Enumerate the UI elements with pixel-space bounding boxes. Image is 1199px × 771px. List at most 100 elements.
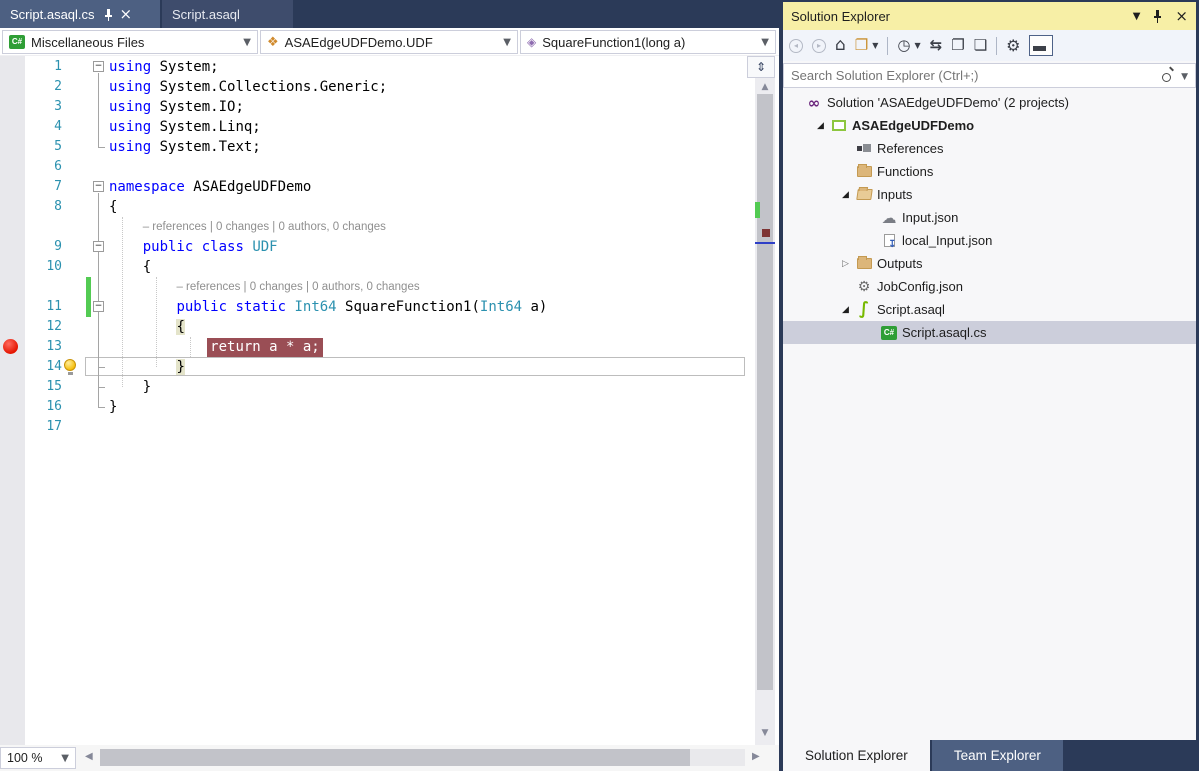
refresh-icon[interactable]: ⇆ [930, 38, 943, 53]
code-line-16[interactable]: 16} [0, 397, 755, 417]
line-number[interactable]: 3 [0, 97, 62, 117]
chevron-down-icon[interactable]: ▼ [1181, 72, 1188, 82]
zoom-value: 100 % [7, 751, 42, 765]
code-line-7[interactable]: 7namespace ASAEdgeUDFDemo [0, 177, 755, 197]
tree-item-jobconfig-json[interactable]: ⚙JobConfig.json [783, 275, 1196, 298]
line-number[interactable]: 9 [0, 237, 62, 257]
bottom-tab-team-explorer[interactable]: Team Explorer [932, 740, 1063, 771]
line-number[interactable]: 11 [0, 297, 62, 317]
code-line-3[interactable]: 3using System.IO; [0, 97, 755, 117]
collapse-region-icon[interactable]: − [93, 181, 104, 192]
close-tab-icon[interactable]: × [120, 7, 133, 22]
panel-title: Solution Explorer [791, 9, 890, 24]
code-editor[interactable]: − − − − 1using System;2using System.Collect… [0, 56, 779, 745]
vertical-scrollbar-thumb[interactable] [757, 94, 773, 690]
code-token: } [109, 379, 151, 395]
line-number[interactable]: 17 [0, 417, 62, 437]
lightbulb-icon[interactable] [64, 359, 76, 371]
code-line-5[interactable]: 5using System.Text; [0, 137, 755, 157]
code-line-10[interactable]: 10 { [0, 257, 755, 277]
line-number[interactable]: 2 [0, 77, 62, 97]
line-number[interactable]: 16 [0, 397, 62, 417]
line-number[interactable]: 8 [0, 197, 62, 217]
solution-explorer-titlebar[interactable]: Solution Explorer ▼ × [783, 2, 1196, 30]
sync-with-active-document-icon[interactable]: ❐ [855, 38, 868, 53]
collapse-region-icon[interactable]: − [93, 61, 104, 72]
tab-script-asaql-cs[interactable]: Script.asaql.cs × [0, 0, 160, 28]
horizontal-scrollbar-thumb[interactable] [100, 749, 690, 766]
window-position-icon[interactable]: ▼ [1133, 11, 1141, 22]
zoom-dropdown[interactable]: 100 % ▼ [0, 747, 76, 769]
search-input[interactable] [783, 63, 1196, 88]
horizontal-scrollbar[interactable] [100, 749, 745, 766]
expander-expanded-icon[interactable]: ◢ [837, 190, 854, 200]
collapse-region-icon[interactable]: − [93, 241, 104, 252]
line-number[interactable]: 5 [0, 137, 62, 157]
code-line-17[interactable]: 17 [0, 417, 755, 437]
line-number[interactable]: 7 [0, 177, 62, 197]
project-dropdown[interactable]: C# Miscellaneous Files ▼ [2, 30, 258, 54]
tree-item-asaedgeudfdemo[interactable]: ◢ASAEdgeUDFDemo [783, 114, 1196, 137]
breakpoint-icon[interactable] [3, 339, 18, 354]
tree-item-outputs[interactable]: ▷Outputs [783, 252, 1196, 275]
line-number[interactable]: 12 [0, 317, 62, 337]
tree-item-references[interactable]: References [783, 137, 1196, 160]
code-line-1[interactable]: 1using System; [0, 57, 755, 77]
pin-tab-icon[interactable] [103, 8, 114, 21]
scroll-down-icon[interactable]: ▼ [755, 728, 775, 738]
type-dropdown[interactable]: ❖ ASAEdgeUDFDemo.UDF ▼ [260, 30, 518, 54]
code-line-4[interactable]: 4using System.Linq; [0, 117, 755, 137]
preview-selected-items-toggle[interactable] [1029, 35, 1053, 56]
code-line-15[interactable]: 15 } [0, 377, 755, 397]
search-icon[interactable] [1162, 70, 1174, 82]
home-icon[interactable]: ⌂ [835, 38, 846, 53]
code-line-11[interactable]: 11 public static Int64 SquareFunction1(I… [0, 297, 755, 317]
pin-icon[interactable] [1152, 10, 1163, 23]
show-all-files-icon[interactable]: ❏ [974, 38, 987, 53]
line-number[interactable]: 10 [0, 257, 62, 277]
line-number[interactable]: 14 [0, 357, 62, 377]
codelens-indicator[interactable]: – references | 0 changes | 0 authors, 0 … [0, 217, 755, 237]
properties-wrench-icon[interactable]: ⚙ [1006, 38, 1020, 53]
tree-item-script-asaql-cs[interactable]: C#Script.asaql.cs [783, 321, 1196, 344]
expander-expanded-icon[interactable]: ◢ [812, 121, 829, 131]
line-number[interactable]: 15 [0, 377, 62, 397]
code-line-13[interactable]: 13 return a * a; [0, 337, 755, 357]
tree-item-solution-asaedgeudfdemo-2-projects[interactable]: ∞Solution 'ASAEdgeUDFDemo' (2 projects) [783, 91, 1196, 114]
tree-item-inputs[interactable]: ◢Inputs [783, 183, 1196, 206]
line-number[interactable]: 1 [0, 57, 62, 77]
tree-item-input-json[interactable]: ☁Input.json [783, 206, 1196, 229]
codelens-indicator[interactable]: – references | 0 changes | 0 authors, 0 … [0, 277, 755, 297]
close-icon[interactable]: × [1175, 7, 1188, 25]
expander-expanded-icon[interactable]: ◢ [837, 305, 854, 315]
member-dropdown[interactable]: ◈ SquareFunction1(long a) ▼ [520, 30, 776, 54]
scroll-left-icon[interactable]: ◀ [85, 751, 93, 762]
tree-item-script-asaql[interactable]: ◢∫Script.asaql [783, 298, 1196, 321]
pending-changes-filter-icon[interactable]: ◷ [897, 38, 910, 53]
code-line-9[interactable]: 9 public class UDF [0, 237, 755, 257]
code-line-8[interactable]: 8{ [0, 197, 755, 217]
tree-item-local-input-json[interactable]: local_Input.json [783, 229, 1196, 252]
tab-script-asaql[interactable]: Script.asaql [162, 0, 293, 28]
collapse-all-icon[interactable]: ❐ [951, 38, 964, 53]
cloud-input-icon: ☁ [879, 209, 899, 227]
collapse-region-icon[interactable]: − [93, 301, 104, 312]
code-lines[interactable]: 1using System;2using System.Collections.… [0, 57, 755, 437]
editor-splitter-handle[interactable]: ⇕ [747, 56, 775, 78]
line-number[interactable]: 6 [0, 157, 62, 177]
tree-item-label: Script.asaql.cs [902, 325, 987, 340]
code-line-12[interactable]: 12 { [0, 317, 755, 337]
forward-icon[interactable]: ▸ [812, 39, 826, 53]
code-line-14[interactable]: 14 } [0, 357, 755, 377]
scroll-right-icon[interactable]: ▶ [752, 751, 760, 762]
vertical-scrollbar[interactable]: ⇕ ▲ ▼ [755, 56, 775, 745]
scroll-up-icon[interactable]: ▲ [755, 82, 775, 92]
bottom-tab-solution-explorer[interactable]: Solution Explorer [783, 740, 930, 771]
line-number[interactable]: 4 [0, 117, 62, 137]
back-icon[interactable]: ◂ [789, 39, 803, 53]
breakpoint-mark [762, 229, 770, 237]
code-line-6[interactable]: 6 [0, 157, 755, 177]
expander-collapsed-icon[interactable]: ▷ [837, 259, 854, 269]
code-line-2[interactable]: 2using System.Collections.Generic; [0, 77, 755, 97]
tree-item-functions[interactable]: Functions [783, 160, 1196, 183]
